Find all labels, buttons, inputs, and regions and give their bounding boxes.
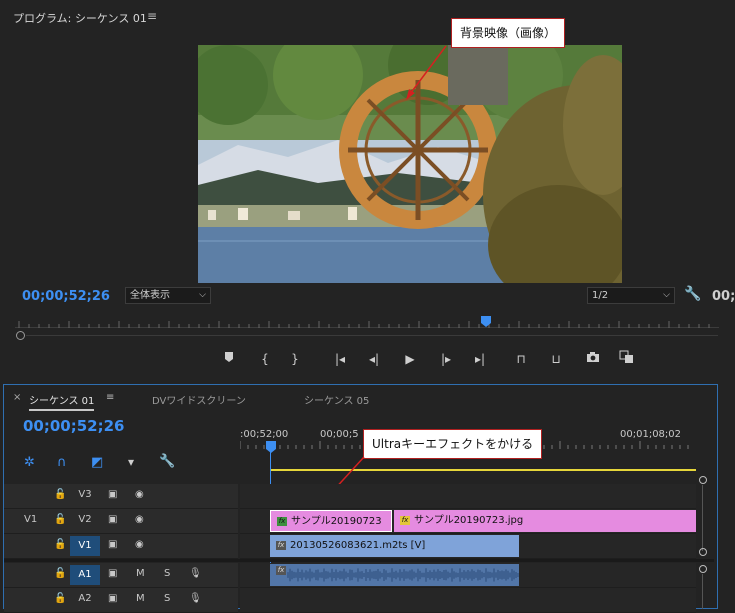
mute-button[interactable]: M <box>136 568 145 579</box>
resolution-dropdown-value: 1/2 <box>592 290 609 301</box>
extract-icon[interactable]: ⊔ <box>545 350 567 368</box>
lock-icon[interactable]: 🔓 <box>54 568 66 579</box>
video-audio-divider <box>4 559 714 562</box>
clip-label: サンプル20190723 <box>291 516 382 527</box>
program-time-ruler[interactable] <box>15 316 719 328</box>
callout-background-label: 背景映像（画像） <box>451 18 566 48</box>
resolution-dropdown[interactable]: 1/2 ⌵ <box>587 287 675 304</box>
out-point-icon[interactable]: } <box>284 350 306 368</box>
program-monitor-title[interactable]: プログラム: シーケンス 01 <box>13 10 147 26</box>
go-to-in-icon[interactable]: |◂ <box>329 350 351 368</box>
track-lane-a2[interactable] <box>240 588 696 613</box>
source-patch-v1[interactable]: V1 <box>24 514 37 525</box>
lock-icon[interactable]: 🔓 <box>54 539 66 550</box>
track-zoom-handle-top[interactable] <box>699 476 707 484</box>
go-to-out-icon[interactable]: ▸| <box>469 350 491 368</box>
ruler-label-2: 00;00;5 <box>320 429 359 440</box>
lock-icon[interactable]: 🔓 <box>54 593 66 604</box>
clip-label: サンプル20190723.jpg <box>414 515 524 526</box>
tab-sequence-01[interactable]: シーケンス 01 <box>29 392 95 411</box>
microphone-icon[interactable]: 🎙 <box>189 593 202 604</box>
tab-dv-widescreen[interactable]: DVワイドスクリーン <box>152 392 246 407</box>
hamburger-icon[interactable]: ≡ <box>147 9 157 23</box>
clip-v2-image[interactable]: fx サンプル20190723.jpg <box>394 510 696 532</box>
track-name-v2[interactable]: V2 <box>76 514 94 525</box>
clip-v1-video[interactable]: fx 20130526083621.m2ts [V] <box>270 535 519 557</box>
sync-lock-icon[interactable]: ▣ <box>108 489 117 500</box>
sync-lock-icon[interactable]: ▣ <box>108 593 117 604</box>
solo-button[interactable]: S <box>164 593 170 604</box>
program-duration: 00;0 <box>712 289 735 304</box>
clip-a1-audio[interactable]: fx <box>270 564 519 586</box>
fx-icon: fx <box>400 515 410 525</box>
sync-lock-icon[interactable]: ▣ <box>108 539 117 550</box>
chevron-down-icon: ⌵ <box>663 290 670 300</box>
zoom-scroll-handle[interactable] <box>16 331 25 340</box>
track-header-v1: 🔓 V1 ▣ ◉ <box>4 534 238 559</box>
nest-toggle-icon[interactable]: ✲ <box>24 455 35 470</box>
in-point-icon[interactable]: { <box>254 350 276 368</box>
timeline-settings-icon[interactable]: 🔧 <box>159 454 175 469</box>
audio-waveform <box>287 568 519 582</box>
tab-sequence-05[interactable]: シーケンス 05 <box>304 392 369 407</box>
sync-lock-icon[interactable]: ▣ <box>108 568 117 579</box>
ruler-label-3: 00;01;08;02 <box>620 429 682 440</box>
fx-icon: fx <box>276 566 286 575</box>
track-header-a1: 🔓 A1 ▣ M S 🎙 <box>4 563 238 588</box>
lift-icon[interactable]: ⊓ <box>510 350 532 368</box>
fx-icon: fx <box>276 540 286 550</box>
track-name-a1[interactable]: A1 <box>70 565 100 585</box>
callout-arrow-icon <box>406 45 447 100</box>
vertical-scrollbar-audio[interactable] <box>702 574 703 609</box>
hamburger-icon[interactable]: ≡ <box>106 392 114 403</box>
camera-icon[interactable] <box>582 350 604 368</box>
timeline-panel: × シーケンス 01 ≡ DVワイドスクリーン シーケンス 05 00;00;5… <box>3 384 718 613</box>
add-marker-icon[interactable]: ▾ <box>128 455 134 469</box>
eye-icon[interactable]: ◉ <box>135 514 144 525</box>
microphone-icon[interactable]: 🎙 <box>189 568 202 579</box>
zoom-dropdown[interactable]: 全体表示 ⌵ <box>125 287 211 304</box>
chevron-down-icon: ⌵ <box>199 290 206 300</box>
timeline-timecode[interactable]: 00;00;52;26 <box>23 417 125 435</box>
play-icon[interactable]: ▶ <box>399 350 421 368</box>
solo-button[interactable]: S <box>164 568 170 579</box>
wrench-icon[interactable]: 🔧 <box>684 286 701 302</box>
mute-button[interactable]: M <box>136 593 145 604</box>
marker-icon[interactable] <box>218 350 240 368</box>
step-forward-icon[interactable]: |▸ <box>435 350 457 368</box>
snap-icon[interactable]: ∩ <box>57 455 67 470</box>
close-tab-icon[interactable]: × <box>13 392 21 403</box>
transport-controls: { } |◂ ◂| ▶ |▸ ▸| ⊓ ⊔ <box>218 350 648 368</box>
lock-icon[interactable]: 🔓 <box>54 489 66 500</box>
ruler-label-1: :00;52;00 <box>240 429 289 440</box>
track-header-v3: 🔓 V3 ▣ ◉ <box>4 484 238 509</box>
compare-icon[interactable] <box>616 350 638 368</box>
track-header-v2: V1 🔓 V2 ▣ ◉ <box>4 509 238 534</box>
track-zoom-handle-mid[interactable] <box>699 548 707 556</box>
track-header-a2: 🔓 A2 ▣ M S 🎙 <box>4 588 238 613</box>
sync-lock-icon[interactable]: ▣ <box>108 514 117 525</box>
track-name-v1[interactable]: V1 <box>70 536 100 556</box>
zoom-scrollbar[interactable] <box>26 335 718 336</box>
track-lane-v3[interactable] <box>240 484 696 509</box>
program-timecode[interactable]: 00;00;52;26 <box>22 289 110 304</box>
track-zoom-handle-audio[interactable] <box>699 565 707 573</box>
step-back-icon[interactable]: ◂| <box>363 350 385 368</box>
track-name-v3[interactable]: V3 <box>76 489 94 500</box>
program-monitor-panel: プログラム: シーケンス 01 ≡ 背景映像（画像） 00;00;52;26 全… <box>0 0 735 380</box>
zoom-dropdown-value: 全体表示 <box>130 290 170 301</box>
track-name-a2[interactable]: A2 <box>76 593 94 604</box>
clip-v2-ultra-key[interactable]: fx サンプル20190723 <box>270 510 392 532</box>
eye-icon[interactable]: ◉ <box>135 539 144 550</box>
eye-icon[interactable]: ◉ <box>135 489 144 500</box>
vertical-scrollbar-video[interactable] <box>702 485 703 551</box>
clip-label: 20130526083621.m2ts [V] <box>290 540 426 551</box>
lock-icon[interactable]: 🔓 <box>54 514 66 525</box>
fx-icon: fx <box>277 516 287 526</box>
linked-selection-icon[interactable]: ◩ <box>91 455 103 470</box>
callout-effect-label: Ultraキーエフェクトをかける <box>363 429 543 459</box>
